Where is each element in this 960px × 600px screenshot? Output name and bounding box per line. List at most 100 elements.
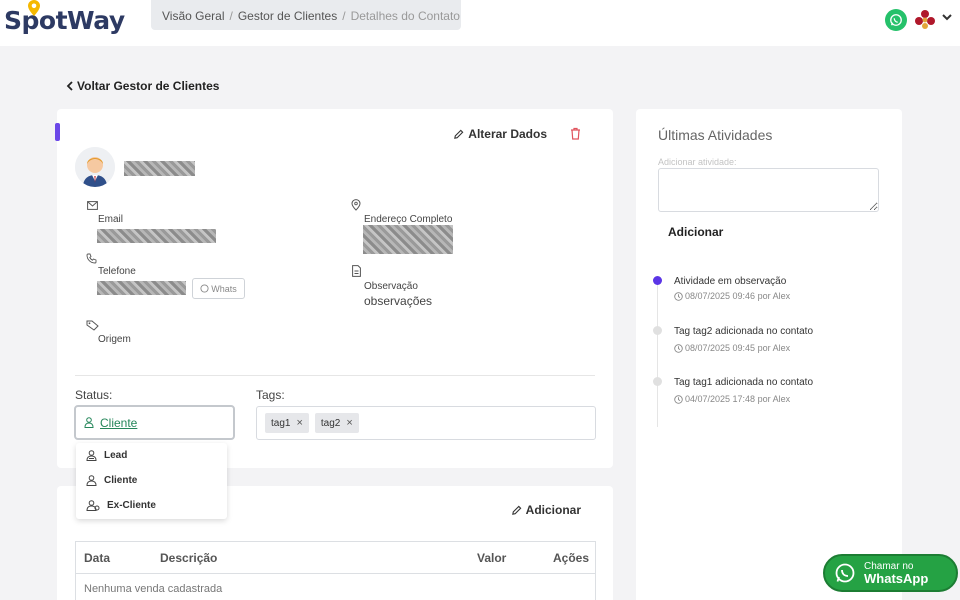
clock-icon [674,291,683,301]
breadcrumb-visao-geral[interactable]: Visão Geral [162,9,224,23]
column-header-descricao: Descrição [160,551,218,565]
tags-input[interactable]: tag1 × tag2 × [256,406,596,440]
activity-item-meta: 08/07/2025 09:46 por Alex [674,291,790,301]
tag-icon [86,320,99,331]
status-dropdown-menu: Lead Cliente Ex-Cliente [76,443,227,519]
location-pin-icon [351,199,361,211]
clock-icon [674,343,683,353]
activity-item-text: Tag tag2 adicionada no contato [674,326,813,337]
status-select[interactable]: Cliente [74,405,235,440]
pencil-icon [454,129,464,139]
endereco-label: Endereço Completo [364,214,453,225]
activity-input[interactable] [658,168,879,212]
sales-empty-message: Nenhuma venda cadastrada [84,583,223,595]
alterar-dados-button[interactable]: Alterar Dados [453,127,547,141]
status-label: Status: [75,388,113,402]
logo-text: SpotWay [4,6,125,35]
user-icon [86,475,97,486]
breadcrumb: Visão Geral / Gestor de Clientes / Detalhes … [151,0,461,30]
sales-table: Data Descrição Valor Ações Nenhuma venda… [75,541,596,600]
whatsapp-icon [890,14,902,26]
contact-card: Alterar Dados Email Telefone Whats Orige… [55,109,613,468]
activity-item-meta: 08/07/2025 09:45 por Alex [674,343,790,353]
whatsapp-float-line1: Chamar no [864,560,914,572]
status-option-lead[interactable]: Lead [86,450,127,461]
chevron-left-icon [66,81,73,91]
breadcrumb-separator: / [229,9,233,23]
activities-card: Últimas Atividades Adicionar atividade: … [636,109,902,600]
breadcrumb-separator: / [342,9,346,23]
tag-chip-label: tag2 [320,417,341,429]
sales-table-header: Data Descrição Valor Ações [76,542,595,574]
back-link[interactable]: Voltar Gestor de Clientes [66,79,219,93]
activity-item-text: Atividade em observação [674,276,787,287]
phone-icon [86,253,97,264]
contact-name-redacted [124,161,195,176]
endereco-value-redacted [363,225,453,254]
column-header-acoes: Ações [553,551,590,565]
add-activity-button[interactable]: Adicionar [668,225,723,239]
breadcrumb-gestor-clientes[interactable]: Gestor de Clientes [238,9,337,23]
whatsapp-status-button[interactable] [885,9,907,31]
company-logo-icon[interactable] [914,8,936,30]
origem-label: Origem [98,334,131,345]
whats-button[interactable]: Whats [192,278,245,299]
mail-icon [87,201,98,210]
timeline-dot [653,326,662,335]
status-option-cliente[interactable]: Cliente [86,475,137,486]
user-lead-icon [86,450,97,461]
whatsapp-float-text: Chamar no WhatsApp [864,561,928,586]
timeline-dot-active [653,276,662,285]
clock-icon [674,394,683,404]
activity-item-text: Tag tag1 adicionada no contato [674,377,813,388]
status-option-label: Lead [104,450,128,461]
tags-label: Tags: [256,388,285,402]
activity-item-timestamp: 04/07/2025 17:48 por Alex [685,394,791,404]
tag-chip: tag1 × [265,413,309,433]
status-option-label: Cliente [104,475,138,486]
telefone-value-redacted [97,281,186,295]
whatsapp-float-button[interactable]: Chamar no WhatsApp [823,554,958,592]
card-accent-bar [55,123,60,141]
timeline-dot [653,377,662,386]
spotway-logo[interactable]: SpotWay [4,0,125,35]
tag-chip-label: tag1 [271,417,291,429]
person-avatar-icon [75,147,115,187]
top-bar: SpotWay Visão Geral / Gestor de Clientes / D… [0,0,960,46]
map-pin-icon [28,0,40,16]
document-icon [352,265,361,277]
observacao-value: observações [364,294,433,308]
tag-remove-button[interactable]: × [346,417,352,429]
pencil-icon [511,505,522,515]
user-ex-icon [86,500,100,511]
chevron-down-icon[interactable] [941,12,953,22]
status-option-label: Ex-Cliente [107,500,156,511]
activities-title: Últimas Atividades [658,127,773,143]
add-sale-button[interactable]: Adicionar [511,503,581,517]
whatsapp-float-line2: WhatsApp [864,570,929,586]
observacao-label: Observação [364,281,418,292]
whatsapp-icon [200,284,209,293]
column-header-valor: Valor [477,551,507,565]
alterar-dados-label: Alterar Dados [468,127,547,141]
status-selected-value: Cliente [100,415,138,430]
whatsapp-icon [835,563,855,583]
status-option-ex-cliente[interactable]: Ex-Cliente [86,500,156,511]
breadcrumb-current: Detalhes do Contato [350,9,460,23]
activity-item-meta: 04/07/2025 17:48 por Alex [674,394,790,404]
user-icon [84,417,94,428]
activity-item-timestamp: 08/07/2025 09:45 por Alex [685,343,791,353]
add-sale-label: Adicionar [525,503,581,517]
timeline-line [657,281,658,427]
email-value-redacted [97,229,216,243]
column-header-data: Data [84,551,111,565]
telefone-label: Telefone [98,266,136,277]
trash-icon[interactable] [570,127,581,140]
section-divider [75,375,595,376]
tag-chip: tag2 × [314,413,359,433]
back-link-label: Voltar Gestor de Clientes [77,79,220,93]
activity-item-timestamp: 08/07/2025 09:46 por Alex [685,291,791,301]
tag-remove-button[interactable]: × [296,417,302,429]
email-label: Email [98,214,124,225]
avatar [75,147,115,187]
